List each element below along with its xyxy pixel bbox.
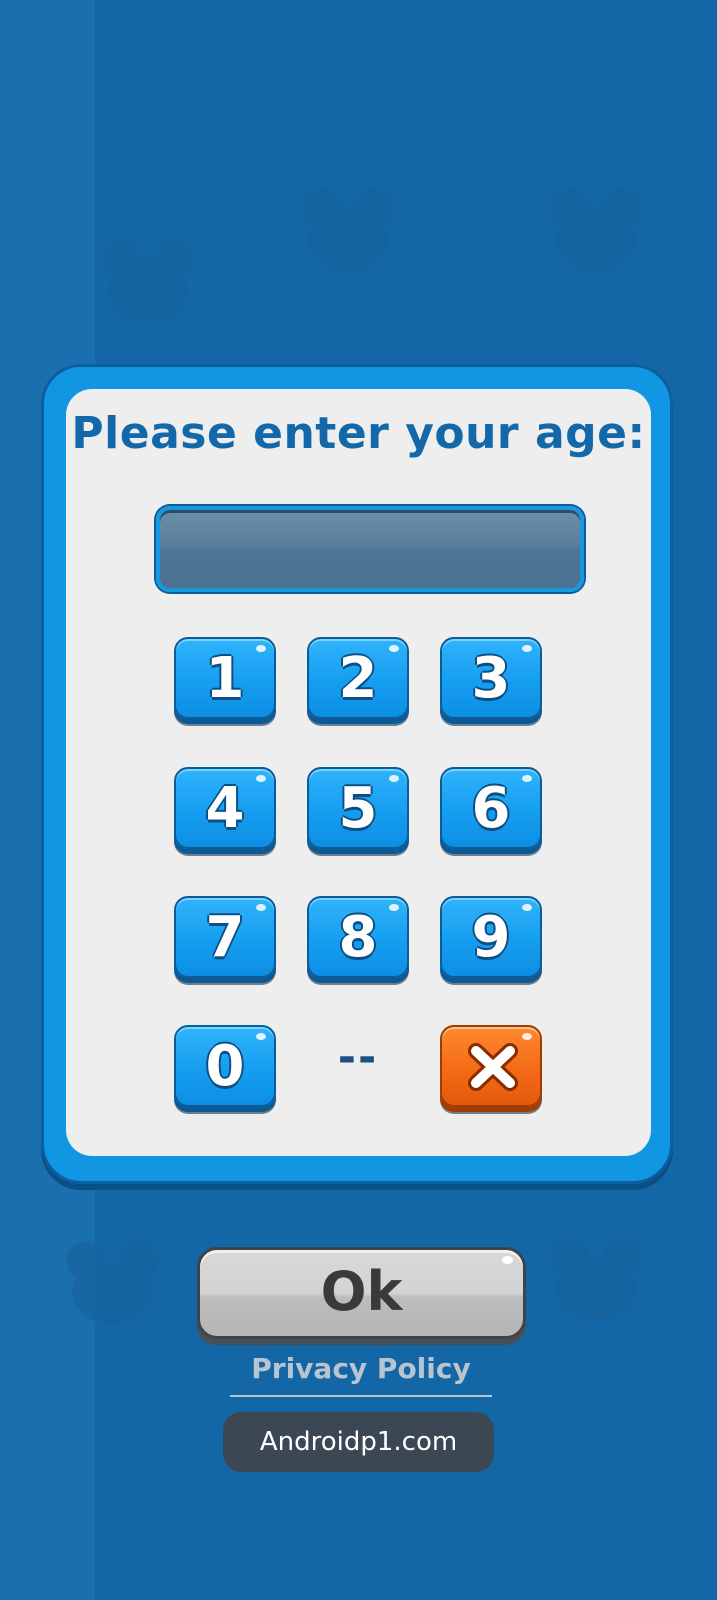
age-prompt-title: Please enter your age: [71, 408, 646, 459]
key-0-label: 0 [205, 1034, 245, 1099]
privacy-policy-link[interactable]: Privacy Policy [230, 1352, 492, 1385]
ok-button[interactable]: Ok [197, 1247, 526, 1339]
key-9[interactable]: 9 [440, 896, 542, 978]
mouse-pattern-icon [100, 238, 196, 324]
key-9-label: 9 [471, 905, 511, 970]
mouse-pattern-icon [300, 186, 396, 272]
mouse-pattern-icon [548, 186, 644, 272]
key-5-label: 5 [338, 776, 378, 841]
key-5[interactable]: 5 [307, 767, 409, 849]
key-0[interactable]: 0 [174, 1025, 276, 1107]
key-2[interactable]: 2 [307, 637, 409, 719]
privacy-policy-underline [230, 1395, 492, 1397]
watermark-badge: Androidp1.com [223, 1412, 494, 1472]
key-3[interactable]: 3 [440, 637, 542, 719]
key-4-label: 4 [205, 776, 245, 841]
key-8[interactable]: 8 [307, 896, 409, 978]
x-icon [468, 1043, 518, 1091]
ok-button-label: Ok [320, 1260, 403, 1323]
age-separator: -- [337, 1032, 379, 1083]
mouse-pattern-icon [64, 1240, 160, 1326]
key-1[interactable]: 1 [174, 637, 276, 719]
clear-button[interactable] [440, 1025, 542, 1107]
key-1-label: 1 [205, 646, 245, 711]
age-display-field [156, 506, 584, 592]
key-6[interactable]: 6 [440, 767, 542, 849]
mouse-pattern-icon [548, 1236, 644, 1322]
key-3-label: 3 [471, 646, 511, 711]
key-8-label: 8 [338, 905, 378, 970]
key-7[interactable]: 7 [174, 896, 276, 978]
key-2-label: 2 [338, 646, 378, 711]
key-6-label: 6 [471, 776, 511, 841]
key-7-label: 7 [205, 905, 245, 970]
key-4[interactable]: 4 [174, 767, 276, 849]
